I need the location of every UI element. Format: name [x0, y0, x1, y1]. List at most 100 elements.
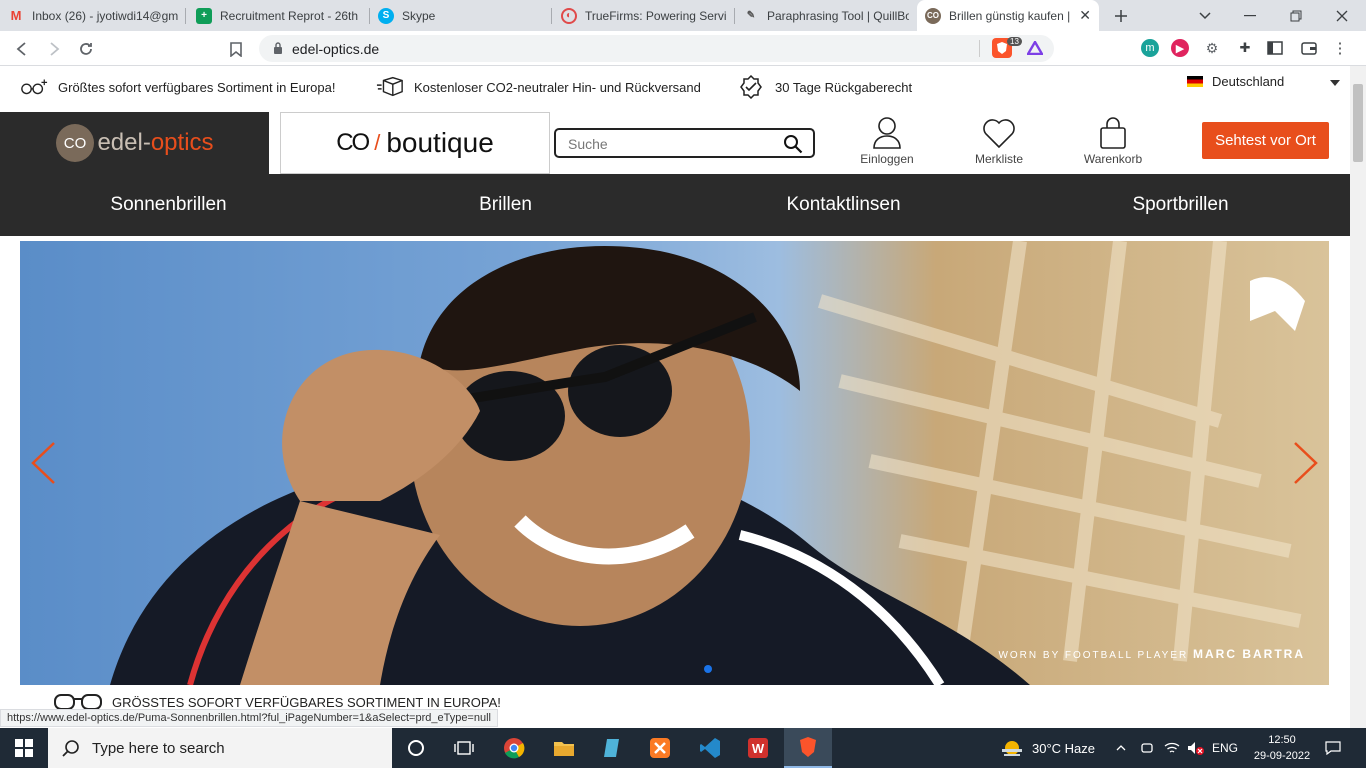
hero-next-arrow[interactable] [1293, 441, 1319, 495]
brave-taskbar-icon[interactable] [784, 728, 832, 768]
notifications-icon[interactable] [1323, 728, 1343, 768]
svg-text:CO: CO [64, 135, 87, 152]
status-bar-url: https://www.edel-optics.de/Puma-Sonnenbr… [0, 709, 498, 727]
search-input[interactable]: Suche [554, 128, 815, 158]
page-scrollbar[interactable] [1350, 66, 1366, 728]
nav-glasses[interactable]: Brillen [337, 174, 674, 236]
slider-dot[interactable] [704, 665, 712, 673]
brave-badge: 13 [1007, 37, 1022, 46]
close-tab-icon[interactable]: ✕ [1079, 7, 1091, 24]
co-mark: CO [336, 129, 370, 156]
hero-image [110, 241, 1305, 685]
extension-translate-icon[interactable]: ⚙ [1203, 39, 1221, 57]
germany-flag-icon [1187, 76, 1203, 87]
show-hidden-icons[interactable] [1116, 728, 1126, 768]
forward-button[interactable] [42, 37, 66, 61]
extensions-puzzle-icon[interactable]: ✚ [1236, 39, 1254, 57]
tab-gmail[interactable]: M Inbox (26) - jyotiwdi14@gm [0, 0, 186, 31]
country-selector[interactable]: Deutschland [1187, 74, 1340, 89]
login-button[interactable]: Einloggen [852, 116, 922, 166]
brave-rewards-icon[interactable] [1026, 39, 1044, 57]
heart-icon [983, 119, 1015, 149]
tab-quillbot[interactable]: ✎ Paraphrasing Tool | QuillBo [735, 0, 917, 31]
usp-returns: 30 Tage Rückgaberecht [737, 74, 912, 100]
extension-m-icon[interactable]: m [1141, 39, 1159, 57]
glasses-sparkle-icon [20, 74, 48, 100]
meet-now-icon[interactable] [1140, 728, 1154, 768]
cortana-icon[interactable] [392, 728, 440, 768]
hero-caption: WORN BY FOOTBALL PLAYER MARC BARTRA [998, 647, 1305, 661]
chevron-down-icon [1330, 80, 1340, 86]
nav-contact-lenses[interactable]: Kontaktlinsen [675, 174, 1012, 236]
notes-app-icon[interactable] [588, 728, 636, 768]
haze-weather-icon [1002, 741, 1022, 756]
start-button[interactable] [0, 728, 48, 768]
tab-search-icon[interactable] [1185, 0, 1225, 31]
toolbar: edel-optics.de 13 m ▶ ⚙ ✚ ⋮ [0, 31, 1366, 66]
tab-edel-optics[interactable]: CO Brillen günstig kaufen | ✕ [917, 0, 1099, 31]
badge-check-icon [737, 74, 765, 100]
bookmark-icon[interactable] [224, 37, 248, 61]
reload-button[interactable] [74, 37, 98, 61]
taskbar-search[interactable]: Type here to search [48, 728, 392, 768]
wps-office-icon[interactable]: W [734, 728, 782, 768]
hero-slider[interactable]: WORN BY FOOTBALL PLAYER MARC BARTRA [20, 241, 1329, 685]
scrollbar-thumb[interactable] [1353, 84, 1363, 162]
package-icon [376, 74, 404, 100]
xampp-icon[interactable] [636, 728, 684, 768]
cart-button[interactable]: Warenkorb [1078, 116, 1148, 166]
main-nav: Sonnenbrillen Brillen Kontaktlinsen Spor… [0, 174, 1350, 236]
shopping-bag-icon [1100, 117, 1126, 149]
tab-sheets[interactable]: + Recruitment Reprot - 26th S [188, 0, 370, 31]
restore-button[interactable] [1276, 0, 1316, 31]
user-icon [873, 117, 901, 149]
sidebar-icon[interactable] [1266, 39, 1284, 57]
wishlist-button[interactable]: Merkliste [964, 116, 1034, 166]
slash-mark: / [374, 130, 381, 155]
new-tab-button[interactable] [1101, 0, 1141, 31]
search-icon [62, 740, 79, 757]
file-explorer-icon[interactable] [540, 728, 588, 768]
edel-optics-logo[interactable]: CO edel-optics [0, 112, 269, 174]
tab-skype[interactable]: S Skype [370, 0, 552, 31]
menu-icon[interactable]: ⋮ [1331, 39, 1349, 57]
close-window-button[interactable] [1322, 0, 1362, 31]
url-text: edel-optics.de [292, 41, 380, 57]
co-boutique-logo[interactable]: CO / boutique [280, 112, 550, 174]
back-button[interactable] [10, 37, 34, 61]
sheets-icon: + [196, 7, 212, 24]
extension-play-icon[interactable]: ▶ [1171, 39, 1189, 57]
address-bar[interactable]: edel-optics.de 13 [259, 35, 1054, 62]
windows-taskbar: Type here to search W 30°C Haze ENG 12:5… [0, 728, 1366, 768]
usp-bar: Größtes sofort verfügbares Sortiment in … [0, 66, 1350, 112]
tab-truefirms[interactable]: ◐ TrueFirms: Powering Service [553, 0, 735, 31]
clock[interactable]: 12:50 29-09-2022 [1250, 728, 1314, 768]
truefirms-icon: ◐ [561, 7, 577, 24]
windows-icon [15, 739, 33, 757]
nav-sport-glasses[interactable]: Sportbrillen [1012, 174, 1349, 236]
weather-widget[interactable]: 30°C Haze [1000, 728, 1095, 768]
wallet-icon[interactable] [1300, 39, 1318, 57]
minimize-button[interactable] [1230, 0, 1270, 31]
task-view-icon[interactable] [440, 728, 488, 768]
nav-sunglasses[interactable]: Sonnenbrillen [0, 174, 337, 236]
svg-text:W: W [752, 741, 765, 756]
hero-prev-arrow[interactable] [30, 441, 56, 495]
lock-icon [274, 42, 282, 54]
language-indicator[interactable]: ENG [1212, 728, 1238, 768]
co-logo-icon: CO [56, 124, 95, 162]
wifi-icon[interactable] [1164, 728, 1180, 768]
volume-muted-icon[interactable] [1187, 728, 1205, 768]
skype-icon: S [378, 7, 394, 24]
tab-strip: M Inbox (26) - jyotiwdi14@gm + Recruitme… [0, 0, 1366, 31]
web-page: Größtes sofort verfügbares Sortiment in … [0, 66, 1350, 717]
gmail-icon: M [10, 8, 22, 23]
edel-optics-icon: CO [925, 7, 941, 24]
usp-shipping: Kostenloser CO2-neutraler Hin- und Rückv… [376, 74, 701, 100]
quillbot-icon: ✎ [746, 10, 756, 21]
vscode-icon[interactable] [686, 728, 734, 768]
search-icon[interactable] [783, 134, 803, 154]
chrome-icon[interactable] [490, 728, 538, 768]
eye-test-button[interactable]: Sehtest vor Ort [1202, 122, 1329, 159]
usp-assortment: Größtes sofort verfügbares Sortiment in … [20, 74, 335, 100]
